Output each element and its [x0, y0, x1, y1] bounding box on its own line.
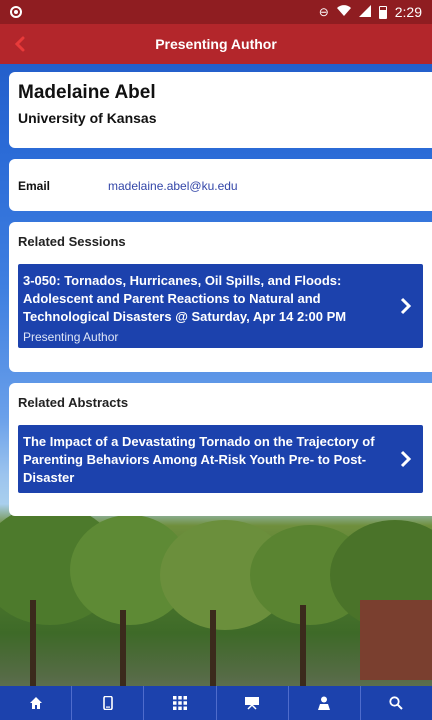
battery-icon — [378, 5, 387, 19]
signal-icon — [358, 5, 371, 19]
abstract-item[interactable]: The Impact of a Devastating Tornado on t… — [18, 425, 423, 493]
bottom-navigation — [0, 686, 432, 720]
email-label: Email — [18, 179, 51, 193]
back-arrow-icon — [14, 36, 25, 52]
nav-people[interactable] — [289, 686, 361, 720]
grid-icon — [172, 696, 187, 710]
abstract-item-text: The Impact of a Devastating Tornado on t… — [23, 433, 383, 487]
abstract-title: The Impact of a Devastating Tornado on t… — [23, 434, 375, 485]
session-role: Presenting Author — [23, 330, 119, 344]
author-organization: University of Kansas — [18, 110, 157, 126]
chevron-right-icon — [400, 297, 412, 315]
contact-card: Email madelaine.abel@ku.edu — [9, 159, 432, 211]
clock: 2:29 — [394, 4, 422, 20]
nav-grid[interactable] — [144, 686, 217, 720]
email-link[interactable]: madelaine.abel@ku.edu — [108, 179, 238, 193]
page-title: Presenting Author — [155, 36, 277, 52]
nav-search[interactable] — [361, 686, 432, 720]
notification-icon — [10, 6, 22, 18]
back-button[interactable] — [8, 32, 32, 56]
nav-home[interactable] — [0, 686, 73, 720]
search-icon — [389, 696, 404, 710]
related-sessions-card: Related Sessions 3-050: Tornados, Hurric… — [9, 222, 432, 372]
nav-phone[interactable] — [72, 686, 145, 720]
related-abstracts-card: Related Abstracts The Impact of a Devast… — [9, 383, 432, 516]
person-icon — [318, 696, 331, 710]
home-icon — [29, 697, 42, 709]
related-abstracts-heading: Related Abstracts — [18, 395, 129, 410]
phone-icon — [102, 696, 113, 710]
author-name: Madelaine Abel — [18, 82, 156, 103]
session-item[interactable]: 3-050: Tornados, Hurricanes, Oil Spills,… — [18, 264, 423, 348]
chevron-right-icon — [400, 450, 412, 468]
wifi-icon — [336, 5, 351, 19]
related-sessions-heading: Related Sessions — [18, 234, 126, 249]
status-bar: ⊖ 2:29 — [0, 0, 432, 24]
dnd-icon: ⊖ — [318, 5, 329, 19]
nav-presentations[interactable] — [217, 686, 289, 720]
author-card: Madelaine Abel University of Kansas — [9, 72, 432, 148]
app-header: Presenting Author — [0, 24, 432, 64]
presentation-icon — [245, 697, 260, 710]
session-title: 3-050: Tornados, Hurricanes, Oil Spills,… — [23, 273, 347, 324]
session-item-text: 3-050: Tornados, Hurricanes, Oil Spills,… — [23, 272, 383, 346]
